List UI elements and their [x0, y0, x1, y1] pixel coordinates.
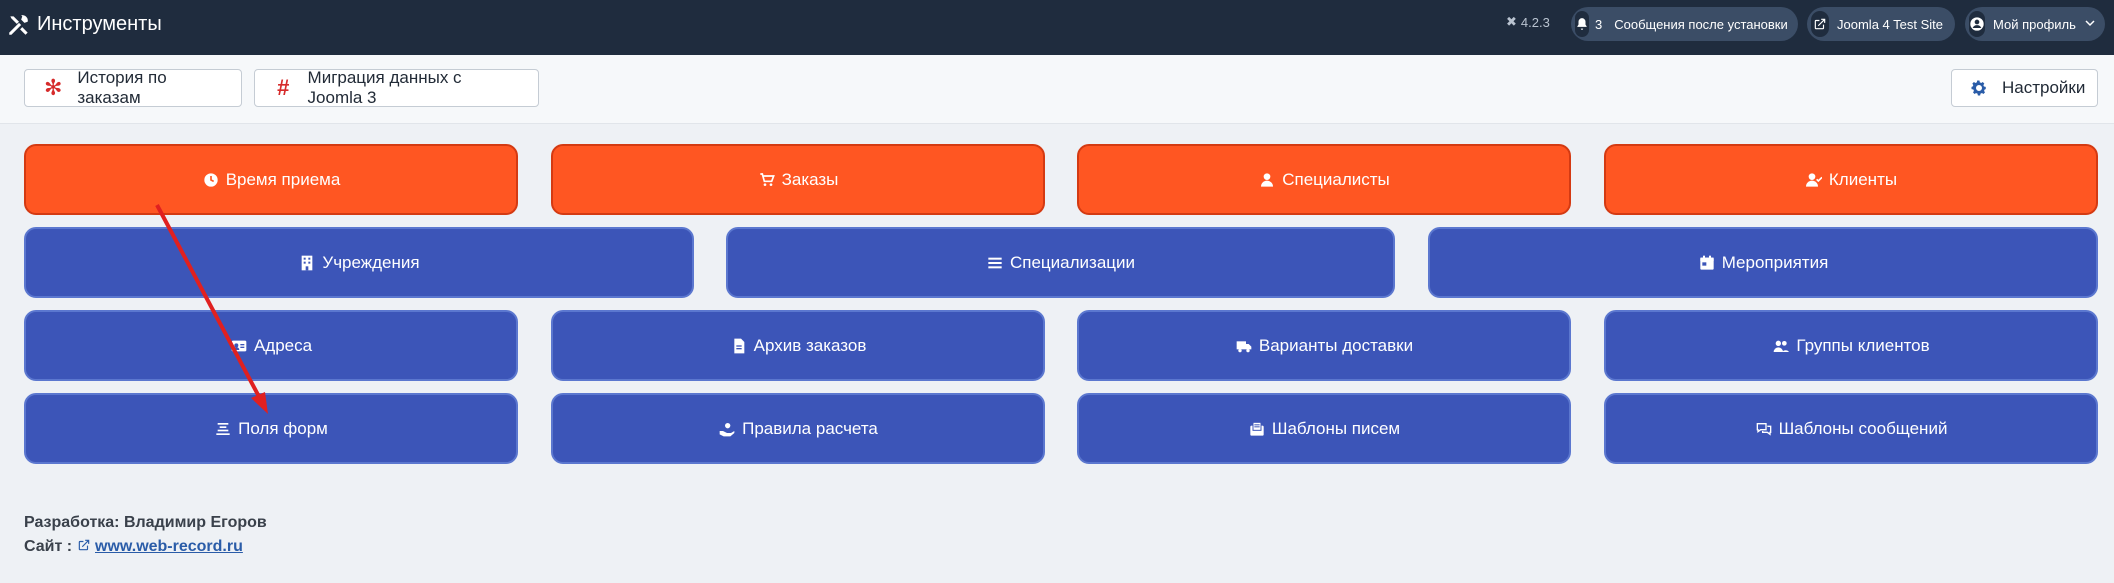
address-card-icon [230, 337, 248, 355]
notification-count: 3 [1595, 16, 1603, 32]
order-history-button[interactable]: ✻ История по заказам [24, 68, 242, 107]
tile-label: Клиенты [1828, 169, 1898, 189]
tile-label: Адреса [253, 335, 313, 355]
truck-icon [1235, 337, 1253, 355]
user-circle-icon [1969, 11, 1985, 37]
tile-label: Время приема [225, 169, 341, 189]
site-prefix: Сайт : [24, 538, 77, 555]
chevron-down-icon [2084, 17, 2096, 32]
tile-label: Шаблоны сообщений [1778, 418, 1948, 438]
migration-label: Миграция данных с Joomla 3 [307, 68, 462, 107]
tile-clients[interactable]: Клиенты [1604, 144, 2098, 215]
clock-icon [202, 171, 220, 189]
file-icon [730, 337, 748, 355]
user-icon [1258, 171, 1276, 189]
site-label: Joomla 4 Test Site [1837, 16, 1943, 32]
tile-client-groups[interactable]: Группы клиентов [1604, 310, 2098, 381]
version-label: 4.2.3 [1520, 14, 1550, 30]
asterisk-icon: ✻ [43, 75, 63, 100]
tile-label: Специализации [1009, 252, 1136, 272]
view-site-button[interactable]: Joomla 4 Test Site [1807, 7, 1955, 41]
footer-credits: Разработка: Владимир Егоров Сайт : www.w… [24, 511, 267, 559]
tile-events[interactable]: Мероприятия [1428, 227, 2098, 298]
hashtag-icon: # [277, 75, 290, 100]
tile-form-fields[interactable]: Поля форм [24, 393, 518, 464]
tile-email-templates[interactable]: Шаблоны писем [1077, 393, 1571, 464]
user-check-icon [1805, 171, 1823, 189]
tile-label: Варианты доставки [1258, 335, 1414, 355]
tile-label: Специалисты [1282, 169, 1390, 189]
settings-label: Настройки [2002, 78, 2086, 97]
profile-label: Мой профиль [1993, 16, 2076, 32]
tile-label: Мероприятия [1721, 252, 1829, 272]
list-icon [986, 254, 1004, 272]
joomla-icon: ✖ [1506, 14, 1517, 29]
top-header: Инструменты ✖ 4.2.3 3 Сообщения после ус… [0, 0, 2114, 55]
comments-icon [1755, 420, 1773, 438]
tile-specialists[interactable]: Специалисты [1077, 144, 1571, 215]
site-line: Сайт : www.web-record.ru [24, 535, 267, 559]
tools-icon [6, 12, 34, 40]
hand-holding-icon [718, 420, 736, 438]
tile-label: Группы клиентов [1796, 335, 1930, 355]
settings-button[interactable]: Настройки [1951, 69, 2098, 107]
tile-specializations[interactable]: Специализации [726, 227, 1395, 298]
cart-icon [758, 171, 776, 189]
tile-orders[interactable]: Заказы [551, 144, 1045, 215]
version-info: ✖ 4.2.3 [1506, 14, 1550, 30]
post-install-messages-button[interactable]: 3 Сообщения после установки [1571, 7, 1798, 41]
gear-icon [1970, 77, 1988, 99]
bell-icon [1575, 11, 1589, 37]
tile-label: Шаблоны писем [1271, 418, 1401, 438]
tile-delivery-options[interactable]: Варианты доставки [1077, 310, 1571, 381]
external-link-icon [1811, 11, 1830, 37]
developer-line: Разработка: Владимир Егоров [24, 511, 267, 535]
migration-button[interactable]: # Миграция данных с Joomla 3 [254, 68, 539, 107]
order-history-label: История по заказам [77, 68, 167, 107]
tile-label: Заказы [781, 169, 839, 189]
site-link[interactable]: www.web-record.ru [95, 538, 243, 555]
envelope-open-icon [1248, 420, 1266, 438]
tile-reception-time[interactable]: Время приема [24, 144, 518, 215]
building-icon [298, 254, 316, 272]
tile-label: Архив заказов [753, 335, 867, 355]
align-center-icon [214, 420, 232, 438]
calendar-icon [1698, 254, 1716, 272]
tile-addresses[interactable]: Адреса [24, 310, 518, 381]
tile-institutions[interactable]: Учреждения [24, 227, 694, 298]
tile-label: Правила расчета [742, 418, 878, 438]
tile-orders-archive[interactable]: Архив заказов [551, 310, 1045, 381]
tile-label: Поля форм [238, 418, 328, 438]
post-install-label: Сообщения после установки [1614, 16, 1788, 32]
developer-name: Владимир Егоров [123, 514, 267, 531]
tile-label: Учреждения [322, 252, 420, 272]
external-link-icon [77, 538, 95, 555]
tile-message-templates[interactable]: Шаблоны сообщений [1604, 393, 2098, 464]
toolbar: ✻ История по заказам # Миграция данных с… [0, 55, 2114, 124]
developer-prefix: Разработка: [24, 514, 124, 531]
page-title: Инструменты [37, 13, 162, 35]
tile-calculation-rules[interactable]: Правила расчета [551, 393, 1045, 464]
profile-menu-button[interactable]: Мой профиль [1965, 7, 2105, 41]
users-icon [1772, 337, 1790, 355]
